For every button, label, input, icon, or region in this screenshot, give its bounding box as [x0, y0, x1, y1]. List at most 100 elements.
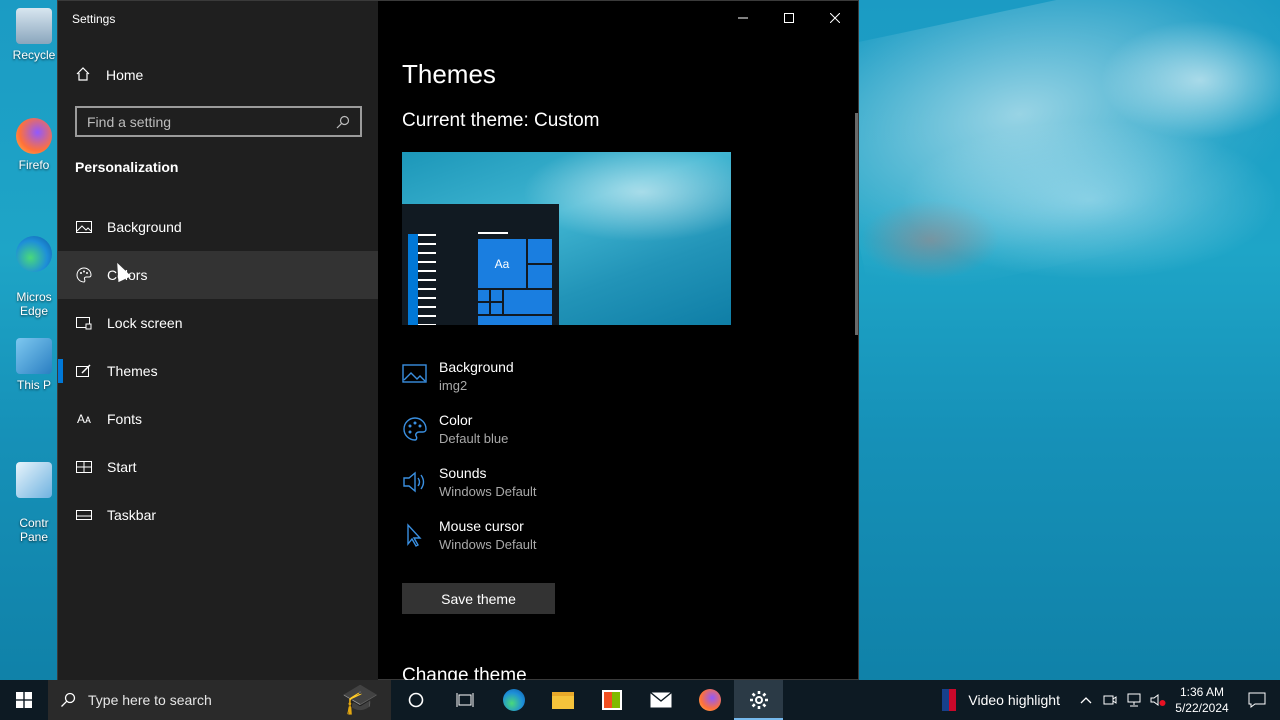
taskbar: Type here to search 🎓 Video highlight 1:…: [0, 680, 1280, 720]
property-value: Windows Default: [439, 484, 537, 499]
taskbar-search-box[interactable]: Type here to search 🎓: [48, 680, 391, 720]
desktop-icon-label: Contr Pane: [19, 516, 49, 544]
desktop-icon-label: This P: [16, 378, 51, 392]
desktop-icon-label: Firefo: [18, 158, 50, 172]
property-name: Color: [439, 412, 473, 428]
network-icon: [1127, 693, 1141, 707]
settings-search-box[interactable]: [75, 106, 362, 137]
edge-icon: [16, 236, 52, 272]
recycle-bin-icon: [16, 8, 52, 44]
theme-preview: Aa: [402, 152, 731, 325]
edge-icon: [502, 689, 525, 711]
desktop-icon-recycle-bin[interactable]: Recycle: [6, 8, 62, 62]
desktop-icon-firefox[interactable]: Firefo: [6, 118, 62, 172]
search-icon: [61, 692, 76, 707]
nav-item-background[interactable]: Background: [58, 203, 378, 251]
gear-icon: [749, 691, 768, 709]
clock-date: 5/22/2024: [1175, 701, 1229, 715]
nav-item-label: Start: [107, 459, 137, 475]
taskbar-firefox[interactable]: [685, 680, 734, 720]
palette-icon: [402, 416, 428, 442]
theme-property-color[interactable]: Color Default blue: [402, 412, 702, 456]
start-icon: [75, 458, 93, 476]
desktop-icon-label: Micros Edge: [16, 290, 52, 318]
image-icon: [75, 218, 93, 236]
action-center-button[interactable]: [1234, 680, 1280, 720]
computer-icon: [16, 338, 52, 374]
window-title: Settings: [72, 12, 116, 26]
taskbar-store[interactable]: [587, 680, 636, 720]
nba-logo-icon: [942, 689, 957, 711]
desktop-icon-control-panel[interactable]: Contr Pane: [6, 448, 62, 544]
start-button[interactable]: [0, 680, 48, 720]
control-panel-icon: [16, 462, 52, 498]
themes-content: Themes Current theme: Custom Aa Backgrou…: [378, 1, 860, 681]
nav-section-title: Personalization: [75, 159, 179, 175]
settings-window: Home Personalization Background Colors: [57, 0, 860, 681]
change-theme-heading: Change theme: [402, 665, 527, 681]
search-icon[interactable]: [336, 115, 350, 129]
notification-icon: [1248, 692, 1266, 708]
mail-icon: [649, 692, 672, 708]
taskbar-search-placeholder: Type here to search: [88, 692, 212, 708]
theme-property-mouse-cursor[interactable]: Mouse cursor Windows Default: [402, 518, 702, 562]
current-theme-heading: Current theme: Custom: [402, 110, 600, 131]
system-tray: Video highlight 1:36 AM 5/22/2024: [942, 680, 1280, 720]
property-value: img2: [439, 378, 468, 393]
nav-home-label: Home: [106, 67, 144, 83]
nav-item-label: Taskbar: [107, 507, 157, 523]
property-name: Sounds: [439, 465, 487, 481]
palette-icon: [75, 266, 93, 284]
settings-nav-pane: Home Personalization Background Colors: [58, 1, 378, 681]
news-widget[interactable]: Video highlight: [942, 689, 1060, 711]
taskbar-clock[interactable]: 1:36 AM 5/22/2024: [1170, 684, 1234, 716]
home-icon: [75, 66, 91, 85]
cursor-icon: [402, 522, 428, 548]
taskbar-edge[interactable]: [489, 680, 538, 720]
nav-item-start[interactable]: Start: [58, 443, 378, 491]
graduation-cap-icon: 🎓: [341, 683, 379, 716]
property-name: Background: [439, 359, 514, 375]
meet-now-button[interactable]: [1098, 680, 1122, 720]
nav-item-colors[interactable]: Colors: [58, 251, 378, 299]
theme-property-background[interactable]: Background img2: [402, 359, 702, 403]
desktop-icon-this-pc[interactable]: This P: [6, 338, 62, 392]
store-icon: [601, 690, 622, 710]
taskbar-icon: [75, 506, 93, 524]
nav-item-taskbar[interactable]: Taskbar: [58, 491, 378, 539]
cortana-icon: [408, 692, 423, 708]
theme-property-sounds[interactable]: Sounds Windows Default: [402, 465, 702, 509]
content-scrollbar[interactable]: [855, 113, 858, 335]
firefox-icon: [16, 118, 52, 154]
lock-screen-icon: [75, 314, 93, 332]
preview-menu-lines: [408, 234, 438, 325]
firefox-icon: [698, 689, 721, 711]
volume-muted-icon: [1150, 694, 1166, 706]
nav-item-lock-screen[interactable]: Lock screen: [58, 299, 378, 347]
camera-icon: [1103, 695, 1117, 705]
taskbar-settings[interactable]: [734, 680, 783, 720]
property-name: Mouse cursor: [439, 518, 524, 534]
taskbar-file-explorer[interactable]: [538, 680, 587, 720]
desktop-icon-edge[interactable]: Micros Edge: [6, 222, 62, 318]
nav-item-fonts[interactable]: Aᴀ Fonts: [58, 395, 378, 443]
windows-logo-icon: [16, 692, 32, 708]
task-view-icon: [456, 693, 473, 707]
chevron-up-icon: [1080, 697, 1092, 704]
volume-button[interactable]: [1146, 680, 1170, 720]
nav-item-label: Fonts: [107, 411, 143, 427]
task-view-button[interactable]: [440, 680, 489, 720]
nav-home[interactable]: Home: [75, 63, 143, 87]
network-button[interactable]: [1122, 680, 1146, 720]
settings-search-input[interactable]: [87, 113, 336, 130]
preview-tile-sample: Aa: [478, 239, 526, 288]
nav-item-label: Background: [107, 219, 182, 235]
clock-time: 1:36 AM: [1179, 685, 1225, 699]
show-hidden-icons-button[interactable]: [1074, 680, 1098, 720]
nav-item-themes[interactable]: Themes: [58, 347, 378, 395]
page-title: Themes: [402, 59, 496, 89]
taskbar-mail[interactable]: [636, 680, 685, 720]
cortana-button[interactable]: [391, 680, 440, 720]
folder-icon: [551, 691, 574, 709]
save-theme-button[interactable]: Save theme: [402, 583, 555, 614]
